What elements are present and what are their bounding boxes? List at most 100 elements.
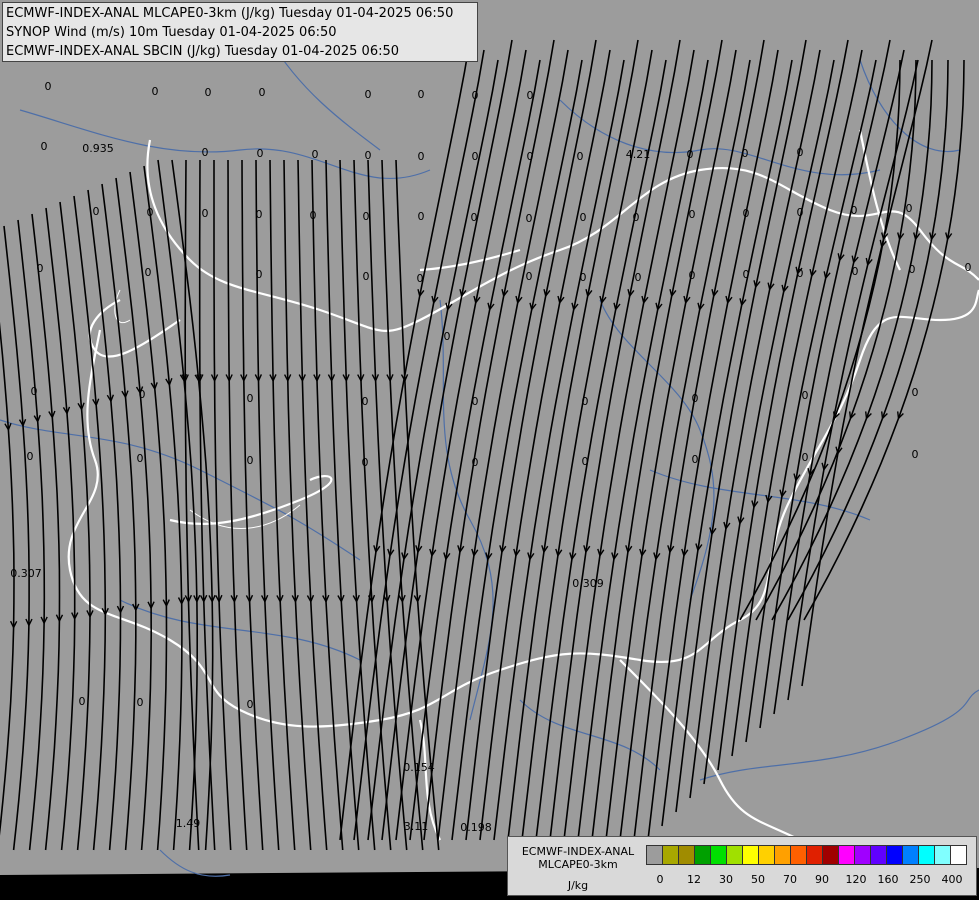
value-label: 0 <box>472 395 479 408</box>
value-label: 1.49 <box>176 817 201 830</box>
value-label: 0.309 <box>572 577 604 590</box>
value-label: 0 <box>418 210 425 223</box>
legend-ticks: 0 12 30 50 70 90 120 160 250 400 <box>646 873 976 889</box>
value-label: 0 <box>472 89 479 102</box>
title-sbcin: ECMWF-INDEX-ANAL SBCIN (J/kg) Tuesday 01… <box>6 44 400 59</box>
value-label: 0 <box>526 212 533 225</box>
value-label: 0 <box>202 207 209 220</box>
legend-tick: 70 <box>783 873 797 886</box>
legend-swatches <box>646 845 967 867</box>
legend-swatch <box>950 845 967 865</box>
legend-tick: 90 <box>815 873 829 886</box>
legend-tick: 30 <box>719 873 733 886</box>
value-label: 0 <box>310 209 317 222</box>
value-label: 0 <box>797 146 804 159</box>
value-label: 0 <box>247 698 254 711</box>
value-label: 0 <box>965 261 972 274</box>
value-label: 0 <box>139 388 146 401</box>
value-label: 0 <box>472 456 479 469</box>
value-label: 0 <box>417 272 424 285</box>
value-label: 0 <box>365 149 372 162</box>
value-label: 0 <box>257 147 264 160</box>
legend-swatch <box>822 845 839 865</box>
legend-swatch <box>838 845 855 865</box>
legend-swatch <box>902 845 919 865</box>
value-label: 0 <box>362 456 369 469</box>
color-legend: ECMWF-INDEX-ANAL MLCAPE0-3km J/kg 0 12 30 5… <box>507 836 977 896</box>
value-label: 0 <box>37 262 44 275</box>
value-label: 0 <box>742 147 749 160</box>
title-synop-wind: SYNOP Wind (m/s) 10m Tuesday 01-04-2025 … <box>6 25 337 40</box>
legend-swatch <box>806 845 823 865</box>
value-label: 0 <box>909 263 916 276</box>
legend-tick: 160 <box>877 873 899 886</box>
value-label: 0 <box>582 455 589 468</box>
value-label: 0 <box>580 271 587 284</box>
value-label: 0 <box>580 211 587 224</box>
legend-swatch <box>710 845 727 865</box>
value-label: 0 <box>93 205 100 218</box>
legend-swatch <box>742 845 759 865</box>
value-label: 0 <box>137 696 144 709</box>
value-label: 0 <box>31 385 38 398</box>
legend-name-line2: MLCAPE0-3km <box>538 858 618 871</box>
legend-tick: 0 <box>656 873 664 886</box>
value-label: 0 <box>365 88 372 101</box>
value-label: 0 <box>247 454 254 467</box>
value-label: 0 <box>687 148 694 161</box>
legend-swatch <box>934 845 951 865</box>
value-label: 0 <box>797 267 804 280</box>
legend-swatch <box>870 845 887 865</box>
value-label: 0.307 <box>10 567 42 580</box>
value-label: 3.11 <box>404 820 429 833</box>
value-label: 0 <box>797 206 804 219</box>
value-label: 4.21 <box>626 148 651 161</box>
value-label: 0 <box>147 206 154 219</box>
legend-swatch <box>790 845 807 865</box>
legend-tick: 12 <box>687 873 701 886</box>
value-label: 0 <box>444 330 451 343</box>
value-label: 0 <box>692 392 699 405</box>
value-label: 0 <box>906 202 913 215</box>
value-label: 0 <box>79 695 86 708</box>
value-label: 0 <box>577 150 584 163</box>
value-label: 0 <box>689 269 696 282</box>
value-label: 0 <box>692 453 699 466</box>
value-label: 0 <box>527 89 534 102</box>
value-label: 0 <box>205 86 212 99</box>
value-label: 0 <box>912 448 919 461</box>
legend-swatch <box>694 845 711 865</box>
legend-swatch <box>726 845 743 865</box>
legend-tick: 400 <box>941 873 963 886</box>
legend-unit: J/kg <box>567 879 589 892</box>
value-label: 0 <box>137 452 144 465</box>
legend-swatch <box>662 845 679 865</box>
value-label: 0 <box>743 268 750 281</box>
value-label: 0 <box>363 270 370 283</box>
legend-name: ECMWF-INDEX-ANAL MLCAPE0-3km <box>512 845 644 871</box>
weather-map: 0 0 0 0 0 0 0 0 0 0 0 0 0 0 0 0 0 0 0 0 0.935 4.21 0.307 0.309 0… <box>0 0 979 900</box>
value-label: 0 <box>256 268 263 281</box>
value-label: 0 <box>471 211 478 224</box>
value-label: 0.935 <box>82 142 114 155</box>
value-label: 0 <box>256 208 263 221</box>
map-title-box: ECMWF-INDEX-ANAL MLCAPE0-3km (J/kg) Tues… <box>2 2 478 62</box>
value-label: 0 <box>363 210 370 223</box>
value-label: 0 <box>247 392 254 405</box>
value-label: 0 <box>45 80 52 93</box>
map-background <box>0 0 979 875</box>
value-label: 0 <box>418 150 425 163</box>
legend-tick: 50 <box>751 873 765 886</box>
value-label: 0 <box>912 386 919 399</box>
value-label: 0 <box>526 270 533 283</box>
legend-swatch <box>646 845 663 865</box>
value-label: 0 <box>418 88 425 101</box>
legend-tick: 120 <box>845 873 867 886</box>
value-label: 0 <box>152 85 159 98</box>
value-label: 0 <box>527 150 534 163</box>
legend-swatch <box>918 845 935 865</box>
legend-swatch <box>758 845 775 865</box>
legend-swatch <box>854 845 871 865</box>
value-label: 0 <box>259 86 266 99</box>
legend-swatch <box>886 845 903 865</box>
